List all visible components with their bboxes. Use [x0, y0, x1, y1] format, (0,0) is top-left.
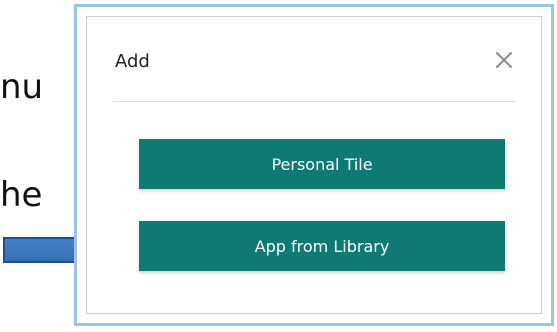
- close-icon[interactable]: [493, 49, 515, 71]
- app-from-library-button[interactable]: App from Library: [139, 221, 505, 271]
- dialog-title: Add: [115, 51, 150, 72]
- dialog-panel: Add Personal Tile App from Library: [86, 16, 542, 314]
- background-text-fragment: he: [0, 175, 43, 215]
- screen: nu he Add Personal Tile App from Library: [0, 0, 557, 332]
- add-dialog: Add Personal Tile App from Library: [74, 4, 554, 326]
- background-text-fragment: nu: [0, 67, 44, 107]
- divider: [113, 101, 515, 102]
- personal-tile-button[interactable]: Personal Tile: [139, 139, 505, 189]
